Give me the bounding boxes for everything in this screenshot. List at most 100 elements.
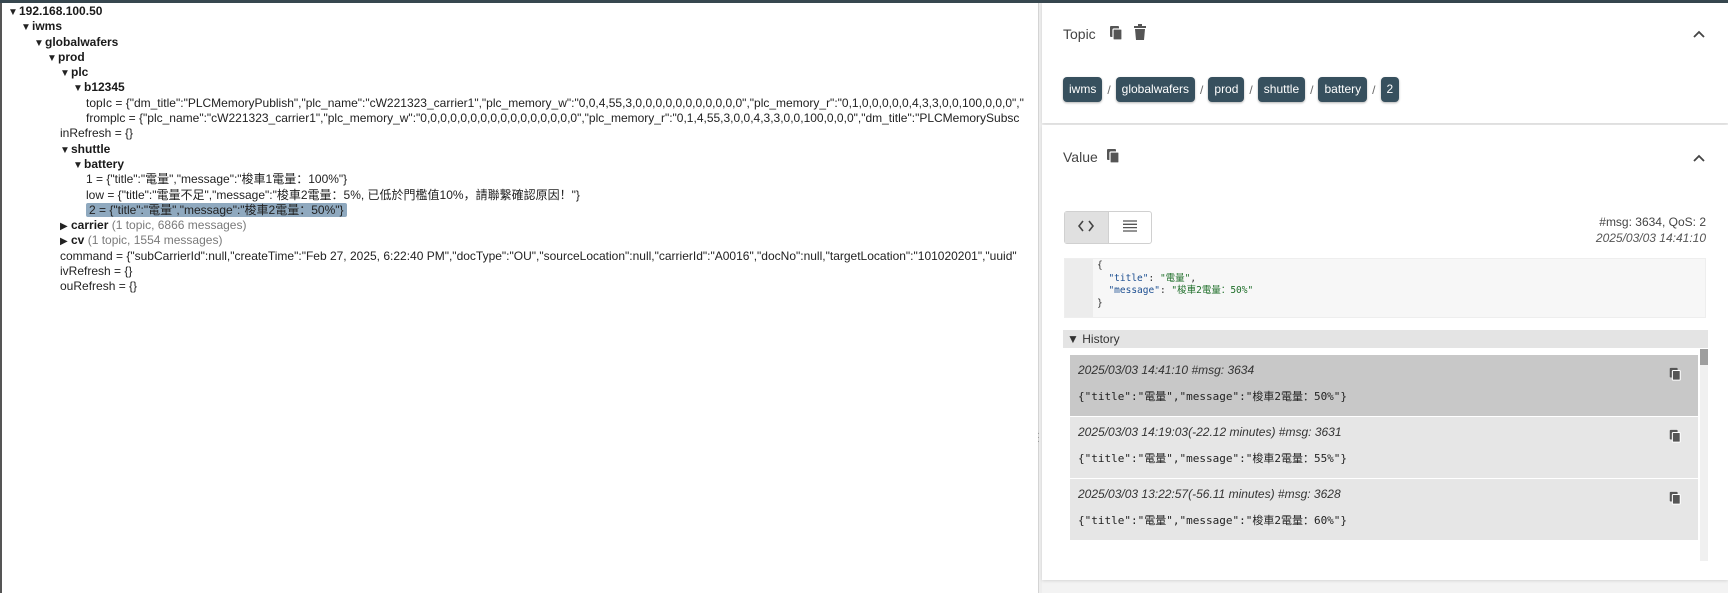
tree-node-value: ivRefresh = {}	[60, 264, 133, 279]
tree-node-value: 1 = {"title":"電量","message":"梭車1電量：100%"…	[86, 172, 348, 187]
details-panel: Topic iwms / globalwafers / prod / shuttle / bat…	[1042, 3, 1728, 593]
history-item[interactable]: 2025/03/03 14:19:03(-22.12 minutes) #msg…	[1070, 417, 1698, 478]
scrollbar-thumb[interactable]	[1700, 349, 1708, 365]
tree-leaf[interactable]: topIc = {"dm_title":"PLCMemoryPublish","…	[2, 96, 1038, 111]
history-scrollbar[interactable]	[1700, 349, 1708, 561]
breadcrumb-separator: /	[1310, 82, 1314, 97]
tree-leaf[interactable]: command = {"subCarrierId":null,"createTi…	[2, 249, 1038, 264]
tree-node-name: globalwafers	[45, 34, 119, 49]
tree-node-shuttle[interactable]: ▼shuttle	[2, 142, 1038, 157]
history-header[interactable]: ▼ History	[1063, 330, 1708, 348]
history-timestamp: 2025/03/03 14:41:10 #msg: 3634	[1078, 363, 1255, 377]
tree-node-value: topIc = {"dm_title":"PLCMemoryPublish","…	[86, 95, 1024, 110]
breadcrumb-separator: /	[1249, 82, 1253, 97]
json-title-value: "電量"	[1159, 272, 1191, 284]
code-icon	[1078, 219, 1095, 237]
tree-node-name: battery	[84, 156, 125, 171]
tree-node-name: shuttle	[71, 141, 111, 156]
history-item[interactable]: 2025/03/03 14:41:10 #msg: 3634 {"title":"…	[1070, 355, 1698, 416]
topic-chip[interactable]: shuttle	[1257, 77, 1306, 102]
tree-node-cv[interactable]: ▶ cv (1 topic, 1554 messages)	[2, 233, 1038, 248]
topic-chip[interactable]: iwms	[1063, 77, 1103, 102]
message-info: #msg: 3634, QoS: 2 2025/03/03 14:41:10	[1596, 215, 1706, 245]
topic-card: Topic iwms / globalwafers / prod / shuttle / bat…	[1042, 3, 1728, 123]
history-value: {"title":"電量","message":"梭車2電量：55%"}	[1078, 452, 1348, 465]
tree-node-iwms[interactable]: ▼iwms	[2, 19, 1038, 34]
expanded-triangle-icon[interactable]: ▼	[21, 20, 32, 35]
breadcrumb-separator: /	[1107, 82, 1111, 97]
tree-node-value: ouRefresh = {}	[60, 279, 138, 294]
json-message-key: "message"	[1108, 285, 1160, 296]
tree-leaf[interactable]: inRefresh = {}	[2, 126, 1038, 141]
copy-topic-icon[interactable]	[1108, 25, 1126, 43]
topic-chip[interactable]: battery	[1318, 77, 1368, 102]
tree-leaf[interactable]: low = {"title":"電量不足","message":"梭車2電量：5…	[2, 188, 1038, 203]
tree-node-name: iwms	[32, 19, 63, 34]
expanded-triangle-icon[interactable]: ▼	[60, 143, 71, 158]
code-view-button[interactable]	[1065, 212, 1108, 243]
copy-history-icon[interactable]	[1668, 367, 1684, 383]
trash-icon[interactable]	[1132, 24, 1150, 42]
expanded-triangle-icon[interactable]: ▼	[73, 158, 84, 173]
collapsed-triangle-icon[interactable]: ▶	[60, 234, 71, 249]
expanded-triangle-icon[interactable]: ▼	[34, 36, 45, 51]
tree-node-value: low = {"title":"電量不足","message":"梭車2電量：5…	[86, 187, 580, 202]
tree-leaf[interactable]: ouRefresh = {}	[2, 279, 1038, 294]
history-item[interactable]: 2025/03/03 13:22:57(-56.11 minutes) #msg…	[1070, 479, 1698, 540]
copy-value-icon[interactable]	[1105, 148, 1123, 166]
editor-gutter	[1065, 259, 1093, 317]
tree-leaf[interactable]: 1 = {"title":"電量","message":"梭車1電量：100%"…	[2, 172, 1038, 187]
history-value: {"title":"電量","message":"梭車2電量：60%"}	[1078, 514, 1348, 527]
tree-node-value: command = {"subCarrierId":null,"createTi…	[60, 248, 1017, 263]
view-mode-toggle	[1064, 211, 1152, 244]
json-title-key: "title"	[1108, 272, 1149, 284]
tree-node-plc[interactable]: ▼plc	[2, 65, 1038, 80]
json-open-brace: {	[1097, 260, 1103, 271]
json-view: { "title": "電量", "message": "梭車2電量：50%" …	[1097, 260, 1254, 309]
tree-node-globalwafers[interactable]: ▼globalwafers	[2, 35, 1038, 50]
tree-node-name: 192.168.100.50	[19, 4, 103, 18]
tree-node-192.168.100.50[interactable]: ▼192.168.100.50	[2, 4, 1038, 19]
message-timestamp: 2025/03/03 14:41:10	[1595, 231, 1706, 245]
tree-node-name: carrier	[71, 218, 109, 233]
topic-breadcrumb: iwms / globalwafers / prod / shuttle / battery / 2	[1063, 77, 1400, 102]
breadcrumb-separator: /	[1200, 82, 1204, 97]
tree-node-name: b12345	[84, 80, 125, 95]
history-title: History	[1082, 332, 1120, 346]
json-message-value: "梭車2電量：50%"	[1171, 285, 1254, 296]
tree-leaf[interactable]: ivRefresh = {}	[2, 264, 1038, 279]
lines-icon	[1122, 219, 1138, 237]
collapse-topic-chevron-icon[interactable]	[1692, 28, 1706, 42]
history-value: {"title":"電量","message":"梭車2電量：50%"}	[1078, 390, 1348, 403]
topic-chip[interactable]: prod	[1208, 77, 1245, 102]
topic-chip[interactable]: 2	[1380, 77, 1400, 102]
expanded-triangle-icon[interactable]: ▼	[60, 66, 71, 81]
tree-node-battery[interactable]: ▼battery	[2, 157, 1038, 172]
collapse-value-chevron-icon[interactable]	[1692, 152, 1706, 166]
tree-node-name: cv	[71, 233, 85, 248]
topic-chip[interactable]: globalwafers	[1115, 77, 1196, 102]
tree-leaf[interactable]: 2 = {"title":"電量","message":"梭車2電量：50%"}	[2, 202, 1038, 218]
drag-handle-icon[interactable]: · · ·	[1036, 429, 1041, 447]
copy-history-icon[interactable]	[1668, 491, 1684, 507]
tree-node-prod[interactable]: ▼prod	[2, 50, 1038, 65]
collapsed-triangle-icon[interactable]: ▶	[60, 219, 71, 234]
tree-node-name: prod	[58, 49, 85, 64]
tree-leaf[interactable]: fromplc = {"plc_name":"cW221323_carrier1…	[2, 111, 1038, 126]
expanded-triangle-icon[interactable]: ▼	[73, 81, 84, 96]
topic-tree[interactable]: ▼192.168.100.50 ▼iwms ▼globalwafers ▼prod ▼p…	[0, 3, 1038, 593]
tree-node-carrier[interactable]: ▶ carrier (1 topic, 6866 messages)	[2, 218, 1038, 233]
tree-node-name: plc	[71, 65, 89, 80]
tree-node-b12345[interactable]: ▼b12345	[2, 80, 1038, 95]
tree-node-value: fromplc = {"plc_name":"cW221323_carrier1…	[86, 111, 1020, 126]
expanded-triangle-icon[interactable]: ▼	[8, 5, 19, 20]
json-close-brace: }	[1097, 297, 1103, 309]
expanded-triangle-icon[interactable]: ▼	[47, 51, 58, 66]
value-editor[interactable]: { "title": "電量", "message": "梭車2電量：50%" …	[1064, 258, 1706, 318]
value-title: Value	[1063, 149, 1098, 165]
copy-history-icon[interactable]	[1668, 429, 1684, 445]
raw-view-button[interactable]	[1107, 212, 1152, 243]
tree-node-meta: (1 topic, 6866 messages)	[111, 218, 247, 233]
history-timestamp: 2025/03/03 13:22:57(-56.11 minutes) #msg…	[1078, 487, 1341, 501]
history-list[interactable]: 2025/03/03 14:41:10 #msg: 3634 {"title":"…	[1070, 355, 1698, 561]
